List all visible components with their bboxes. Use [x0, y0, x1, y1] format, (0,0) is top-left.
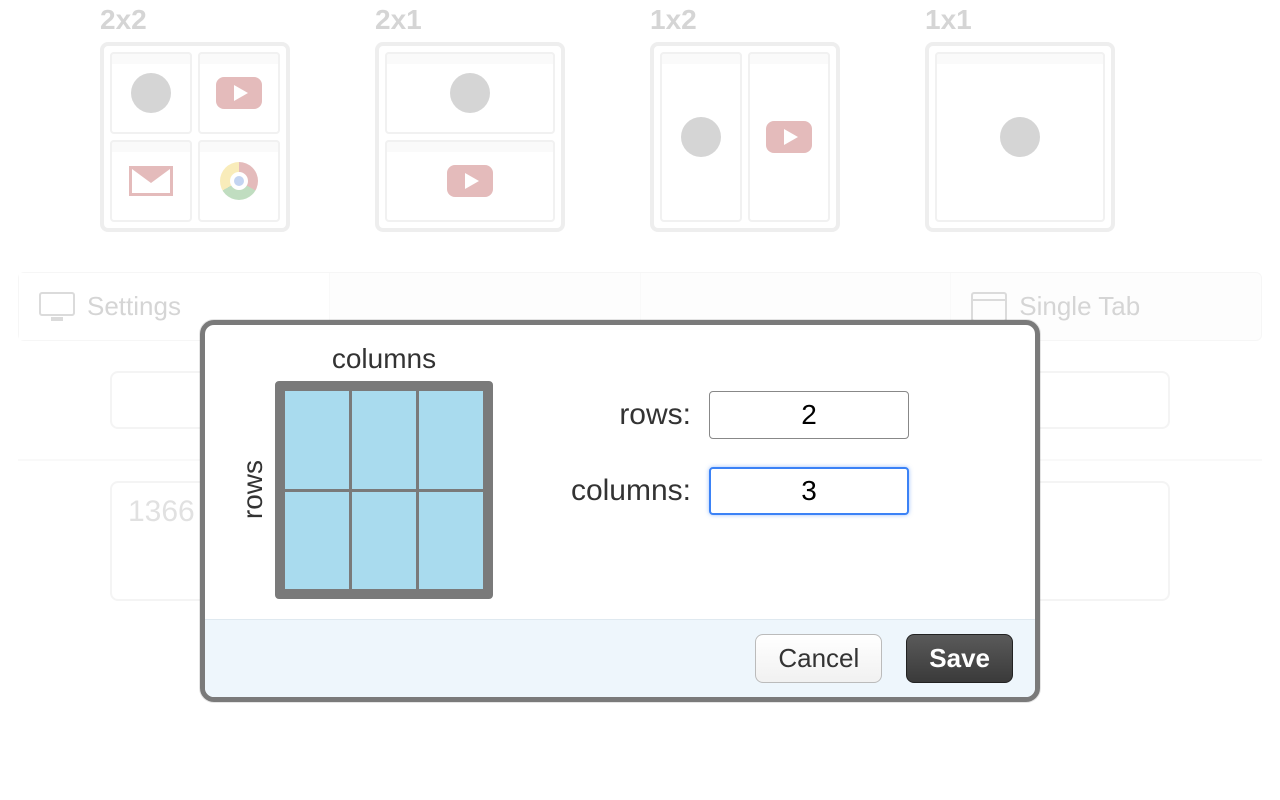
youtube-icon: [447, 165, 493, 197]
preset-thumb: [375, 42, 565, 232]
preset-label: 1x1: [925, 4, 1115, 36]
preset-label: 1x2: [650, 4, 840, 36]
tab-label: Single Tab: [1019, 291, 1140, 322]
dialog-footer: Cancel Save: [205, 619, 1035, 697]
grid-preview: [275, 381, 493, 599]
preset-label: 2x1: [375, 4, 565, 36]
monitor-icon: [39, 292, 75, 322]
columns-input[interactable]: [709, 467, 909, 515]
rows-label: rows:: [541, 398, 691, 432]
chrome-icon: [220, 162, 258, 200]
gmail-icon: [129, 166, 173, 196]
preset-label: 2x2: [100, 4, 290, 36]
github-icon: [681, 117, 721, 157]
rows-axis-label: rows: [237, 460, 269, 519]
github-icon: [131, 73, 171, 113]
github-icon: [450, 73, 490, 113]
grid-preview-wrap: columns rows: [233, 343, 493, 599]
resolution-width-value: 1366: [128, 495, 195, 528]
grid-fields: rows: columns:: [541, 343, 1007, 515]
preset-1x1[interactable]: 1x1: [925, 4, 1115, 232]
cancel-button[interactable]: Cancel: [755, 634, 882, 683]
tab-label: Settings: [87, 291, 181, 322]
columns-label: columns:: [541, 474, 691, 508]
save-button[interactable]: Save: [906, 634, 1013, 683]
layout-presets-row: 2x2 2x1 1x2 1x1: [0, 0, 1280, 232]
github-icon: [1000, 117, 1040, 157]
window-icon: [971, 292, 1007, 322]
preset-2x1[interactable]: 2x1: [375, 4, 565, 232]
grid-config-dialog: columns rows rows: columns: Cancel Save: [200, 320, 1040, 702]
youtube-icon: [216, 77, 262, 109]
preset-2x2[interactable]: 2x2: [100, 4, 290, 232]
columns-axis-label: columns: [275, 343, 493, 375]
preset-thumb: [100, 42, 290, 232]
rows-input[interactable]: [709, 391, 909, 439]
preset-thumb: [925, 42, 1115, 232]
preset-thumb: [650, 42, 840, 232]
youtube-icon: [766, 121, 812, 153]
preset-1x2[interactable]: 1x2: [650, 4, 840, 232]
